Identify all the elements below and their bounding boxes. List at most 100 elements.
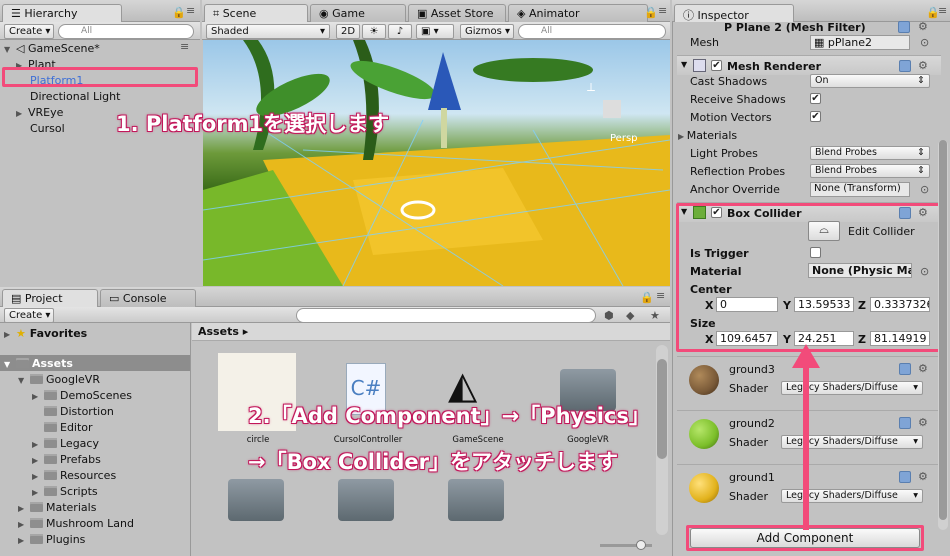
- mode-2d-toggle[interactable]: 2D: [336, 24, 360, 39]
- receive-shadows-checkbox[interactable]: ✔: [810, 93, 821, 104]
- materials-row[interactable]: ▶ Materials: [678, 129, 928, 147]
- lock-icon[interactable]: 🔒: [644, 6, 658, 19]
- motion-vectors-label: Motion Vectors: [690, 111, 772, 124]
- expand-icon[interactable]: ▼: [4, 45, 16, 54]
- audio-toggle[interactable]: ♪: [388, 24, 412, 39]
- tree-item-materials[interactable]: ▶ Materials: [18, 499, 190, 515]
- collapsed-icon[interactable]: ▶: [18, 504, 30, 513]
- materials-label: Materials: [686, 129, 738, 142]
- tree-item-demoscenes[interactable]: ▶ DemoScenes: [32, 387, 190, 403]
- favorites-row[interactable]: ▶ ★ Favorites: [4, 325, 190, 341]
- breadcrumb-assets[interactable]: Assets: [198, 325, 239, 338]
- star-filter-icon[interactable]: ★: [650, 309, 660, 322]
- tree-item-scripts[interactable]: ▶ Scripts: [32, 483, 190, 499]
- lock-icon[interactable]: 🔒: [172, 6, 186, 19]
- tree-item-editor[interactable]: Editor: [44, 419, 190, 435]
- tree-item-mushroom-land[interactable]: ▶ Mushroom Land: [18, 515, 190, 531]
- tab-animator[interactable]: ◈ Animator: [508, 4, 648, 23]
- light-probes-label: Light Probes: [690, 147, 758, 160]
- hierarchy-create-button[interactable]: Create ▾: [4, 24, 54, 39]
- collapsed-icon[interactable]: ▶: [18, 536, 30, 545]
- tab-game[interactable]: ◉ Game: [310, 4, 406, 23]
- help-icon[interactable]: [899, 60, 911, 72]
- motion-vectors-checkbox[interactable]: ✔: [810, 111, 821, 122]
- step2-note-line2: →「Box Collider」をアタッチします: [248, 450, 618, 474]
- camera-gizmo: [603, 100, 621, 118]
- cast-shadows-dropdown[interactable]: On ⇕: [810, 74, 930, 88]
- project-create-button[interactable]: Create ▾: [4, 308, 54, 323]
- scene-search-input[interactable]: All: [518, 24, 666, 39]
- mesh-field[interactable]: ▦ pPlane2: [810, 35, 910, 50]
- expand-icon[interactable]: ▼: [4, 360, 16, 369]
- help-icon[interactable]: [899, 363, 911, 375]
- tree-label: Editor: [60, 421, 93, 434]
- collapsed-icon[interactable]: ▶: [32, 440, 44, 449]
- anchor-override-field[interactable]: None (Transform): [810, 182, 910, 197]
- menu-icon[interactable]: ≡: [938, 4, 947, 17]
- tree-item-plugins[interactable]: ▶ Plugins: [18, 531, 190, 547]
- lock-icon[interactable]: 🔒: [640, 291, 654, 304]
- effects-dropdown[interactable]: ▣ ▾: [416, 24, 454, 39]
- filter-type-icon[interactable]: ⬢: [604, 309, 614, 322]
- light-probes-dropdown[interactable]: Blend Probes ⇕: [810, 146, 930, 160]
- folder-icon[interactable]: [338, 479, 394, 521]
- expand-icon[interactable]: ▼: [18, 376, 30, 385]
- object-picker-icon[interactable]: ⊙: [920, 36, 929, 49]
- reflection-probes-dropdown[interactable]: Blend Probes ⇕: [810, 164, 930, 178]
- tab-scene[interactable]: ⌗ Scene: [204, 4, 308, 24]
- inspector-scrollbar[interactable]: [938, 140, 948, 530]
- hierarchy-item-directional-light[interactable]: Directional Light: [30, 88, 200, 104]
- collapsed-icon[interactable]: ▶: [32, 488, 44, 497]
- tree-item-legacy[interactable]: ▶ Legacy: [32, 435, 190, 451]
- material-name: ground1: [729, 471, 775, 484]
- tab-hierarchy[interactable]: ☰ Hierarchy: [2, 4, 122, 24]
- folder-icon[interactable]: [448, 479, 504, 521]
- tree-item-resources[interactable]: ▶ Resources: [32, 467, 190, 483]
- gizmos-dropdown[interactable]: Gizmos ▾: [460, 24, 514, 39]
- scene-viewport[interactable]: Persp ⟂: [203, 40, 670, 286]
- lighting-toggle[interactable]: ☀: [362, 24, 386, 39]
- collapsed-icon[interactable]: ▶: [16, 109, 28, 118]
- folder-icon[interactable]: [228, 479, 284, 521]
- shading-mode-dropdown[interactable]: Shaded ▾: [206, 24, 330, 39]
- settings-gear-icon[interactable]: ⚙: [918, 59, 928, 72]
- mesh-renderer-header[interactable]: ▼ ✔ Mesh Renderer ⚙: [677, 55, 941, 75]
- collapsed-icon[interactable]: ▶: [18, 520, 30, 529]
- menu-icon[interactable]: ≡: [656, 289, 665, 302]
- tree-item-prefabs[interactable]: ▶ Prefabs: [32, 451, 190, 467]
- axis-gizmo-icon[interactable]: ⟂: [587, 80, 595, 95]
- help-icon[interactable]: [899, 417, 911, 429]
- tree-item-distortion[interactable]: Distortion: [44, 403, 190, 419]
- settings-gear-icon[interactable]: ⚙: [918, 20, 928, 33]
- object-picker-icon[interactable]: ⊙: [920, 183, 929, 196]
- tab-game-label: Game: [332, 7, 365, 20]
- collapsed-icon[interactable]: ▶: [32, 472, 44, 481]
- scene-root[interactable]: ▼ ◁ GameScene* ≡: [4, 40, 200, 56]
- settings-gear-icon[interactable]: ⚙: [918, 470, 928, 483]
- collapsed-icon[interactable]: ▶: [32, 456, 44, 465]
- collapsed-icon[interactable]: ▶: [678, 132, 687, 141]
- mesh-renderer-enabled-checkbox[interactable]: ✔: [711, 60, 722, 71]
- project-search-input[interactable]: [296, 308, 596, 323]
- hierarchy-search-input[interactable]: All: [58, 24, 194, 39]
- grid-scrollbar[interactable]: [656, 345, 668, 535]
- reflection-probes-label: Reflection Probes: [690, 165, 786, 178]
- label-icon[interactable]: ◆: [626, 309, 634, 322]
- menu-icon[interactable]: ≡: [658, 4, 667, 17]
- tab-console[interactable]: ▭ Console: [100, 289, 196, 308]
- tree-item-googlevr[interactable]: ▼ GoogleVR: [18, 371, 190, 387]
- assets-row[interactable]: ▼ Assets: [0, 355, 190, 371]
- help-icon[interactable]: [898, 21, 910, 33]
- collapse-icon[interactable]: ▼: [681, 60, 687, 69]
- speaker-icon: ♪: [396, 26, 404, 37]
- help-icon[interactable]: [899, 471, 911, 483]
- collapsed-icon[interactable]: ▶: [4, 330, 16, 339]
- tab-asset-store[interactable]: ▣ Asset Store: [408, 4, 506, 23]
- tab-project[interactable]: ▤ Project: [2, 289, 98, 309]
- zoom-slider[interactable]: [600, 540, 652, 550]
- collapsed-icon[interactable]: ▶: [32, 392, 44, 401]
- menu-icon[interactable]: ≡: [186, 4, 195, 17]
- settings-gear-icon[interactable]: ⚙: [918, 362, 928, 375]
- settings-gear-icon[interactable]: ⚙: [918, 416, 928, 429]
- scene-menu-icon[interactable]: ≡: [180, 40, 189, 53]
